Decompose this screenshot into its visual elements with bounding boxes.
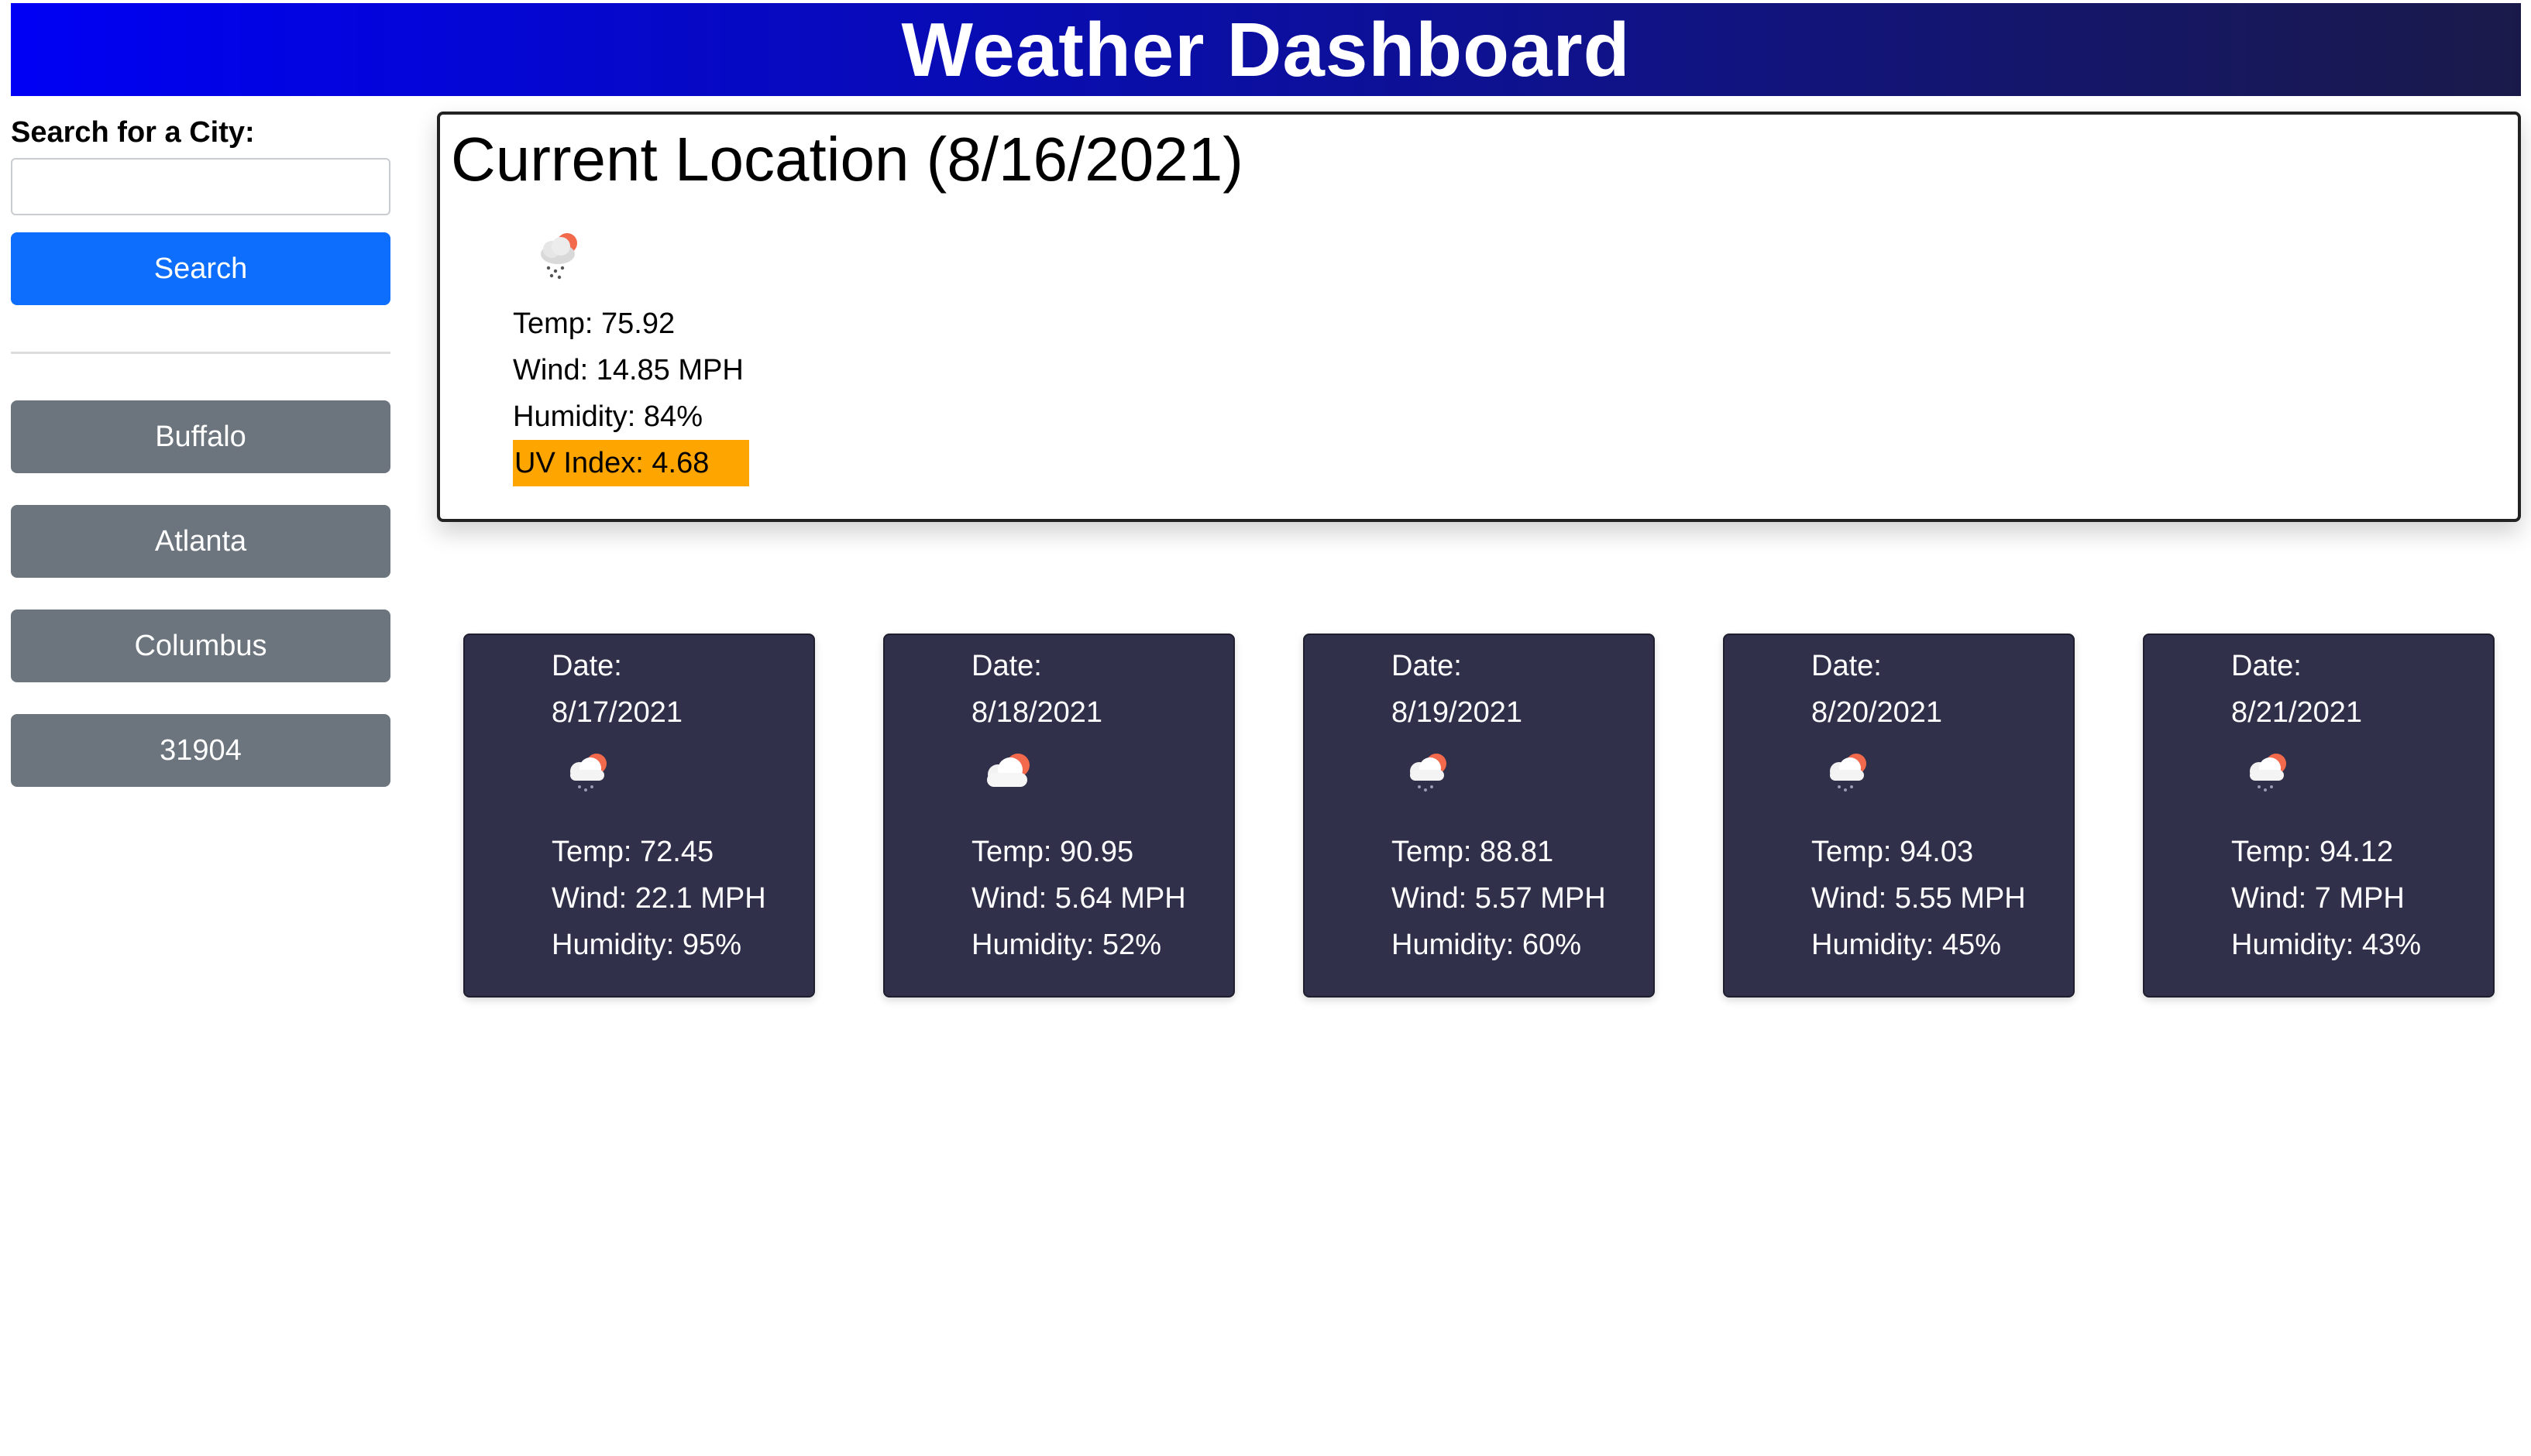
forecast-wind: Wind: 7 MPH bbox=[2231, 882, 2405, 915]
forecast-wind: Wind: 5.55 MPH bbox=[1811, 882, 2026, 915]
current-location-title: Current Location (8/16/2021) bbox=[451, 125, 1243, 194]
forecast-wind: Wind: 22.1 MPH bbox=[552, 882, 766, 915]
history-button-31904[interactable]: 31904 bbox=[11, 714, 390, 787]
forecast-card: Date: 8/20/2021 Temp: 94.03 Wind: 5.55 M… bbox=[1723, 634, 2075, 998]
forecast-card: Date: 8/17/2021 Temp: 72.45 Wind: 22.1 M… bbox=[463, 634, 815, 998]
current-humidity: Humidity: 84% bbox=[513, 400, 703, 433]
weather-dashboard-page: Weather Dashboard Search for a City: Sea… bbox=[0, 0, 2531, 1456]
forecast-humidity: Humidity: 60% bbox=[1391, 929, 1581, 961]
forecast-date-label: Date: bbox=[2231, 650, 2302, 682]
search-button[interactable]: Search bbox=[11, 232, 390, 305]
history-button-buffalo[interactable]: Buffalo bbox=[11, 400, 390, 473]
current-weather-card: Current Location (8/16/2021) Temp: 75.92… bbox=[437, 112, 2521, 522]
forecast-humidity: Humidity: 95% bbox=[552, 929, 741, 961]
forecast-date-label: Date: bbox=[1811, 650, 1882, 682]
forecast-card: Date: 8/19/2021 Temp: 88.81 Wind: 5.57 M… bbox=[1303, 634, 1655, 998]
forecast-date: 8/17/2021 bbox=[552, 696, 683, 729]
forecast-humidity: Humidity: 45% bbox=[1811, 929, 2001, 961]
forecast-temp: Temp: 94.12 bbox=[2231, 836, 2394, 868]
forecast-card: Date: 8/21/2021 Temp: 94.12 Wind: 7 MPH … bbox=[2143, 634, 2495, 998]
forecast-humidity: Humidity: 43% bbox=[2231, 929, 2421, 961]
forecast-temp: Temp: 88.81 bbox=[1391, 836, 1554, 868]
sidebar-divider bbox=[11, 352, 390, 354]
current-stats: Temp: 75.92 Wind: 14.85 MPH Humidity: 84… bbox=[513, 300, 750, 486]
forecast-temp: Temp: 94.03 bbox=[1811, 836, 1974, 868]
cloud-rain-sun-icon bbox=[1830, 754, 1866, 792]
cloud-rain-sun-icon bbox=[541, 233, 577, 280]
forecast-date: 8/18/2021 bbox=[971, 696, 1103, 729]
header-bar: Weather Dashboard bbox=[11, 3, 2521, 96]
city-search-input[interactable] bbox=[11, 158, 390, 215]
current-temp: Temp: 75.92 bbox=[513, 307, 676, 340]
cloud-sun-icon bbox=[987, 754, 1030, 787]
sidebar: Search for a City: Search Buffalo Atlant… bbox=[11, 115, 390, 819]
search-history-list: Buffalo Atlanta Columbus 31904 bbox=[11, 400, 390, 787]
forecast-humidity: Humidity: 52% bbox=[971, 929, 1161, 961]
uv-index-badge: UV Index: 4.68 bbox=[513, 440, 750, 486]
forecast-wind: Wind: 5.64 MPH bbox=[971, 882, 1186, 915]
forecast-date: 8/19/2021 bbox=[1391, 696, 1523, 729]
forecast-date: 8/20/2021 bbox=[1811, 696, 1943, 729]
five-day-forecast: Date: 8/17/2021 Temp: 72.45 Wind: 22.1 M… bbox=[463, 634, 2495, 998]
history-button-columbus[interactable]: Columbus bbox=[11, 610, 390, 682]
cloud-rain-sun-icon bbox=[1410, 754, 1446, 792]
forecast-date-label: Date: bbox=[552, 650, 622, 682]
search-label: Search for a City: bbox=[11, 116, 255, 149]
cloud-rain-sun-icon bbox=[2250, 754, 2286, 792]
current-wind: Wind: 14.85 MPH bbox=[513, 354, 744, 386]
forecast-wind: Wind: 5.57 MPH bbox=[1391, 882, 1606, 915]
history-button-atlanta[interactable]: Atlanta bbox=[11, 505, 390, 578]
forecast-date: 8/21/2021 bbox=[2231, 696, 2363, 729]
forecast-temp: Temp: 72.45 bbox=[552, 836, 714, 868]
forecast-date-label: Date: bbox=[1391, 650, 1462, 682]
forecast-temp: Temp: 90.95 bbox=[971, 836, 1134, 868]
forecast-card: Date: 8/18/2021 Temp: 90.95 Wind: 5.64 M… bbox=[883, 634, 1235, 998]
page-title: Weather Dashboard bbox=[901, 7, 1631, 92]
forecast-date-label: Date: bbox=[971, 650, 1042, 682]
cloud-rain-sun-icon bbox=[570, 754, 607, 792]
